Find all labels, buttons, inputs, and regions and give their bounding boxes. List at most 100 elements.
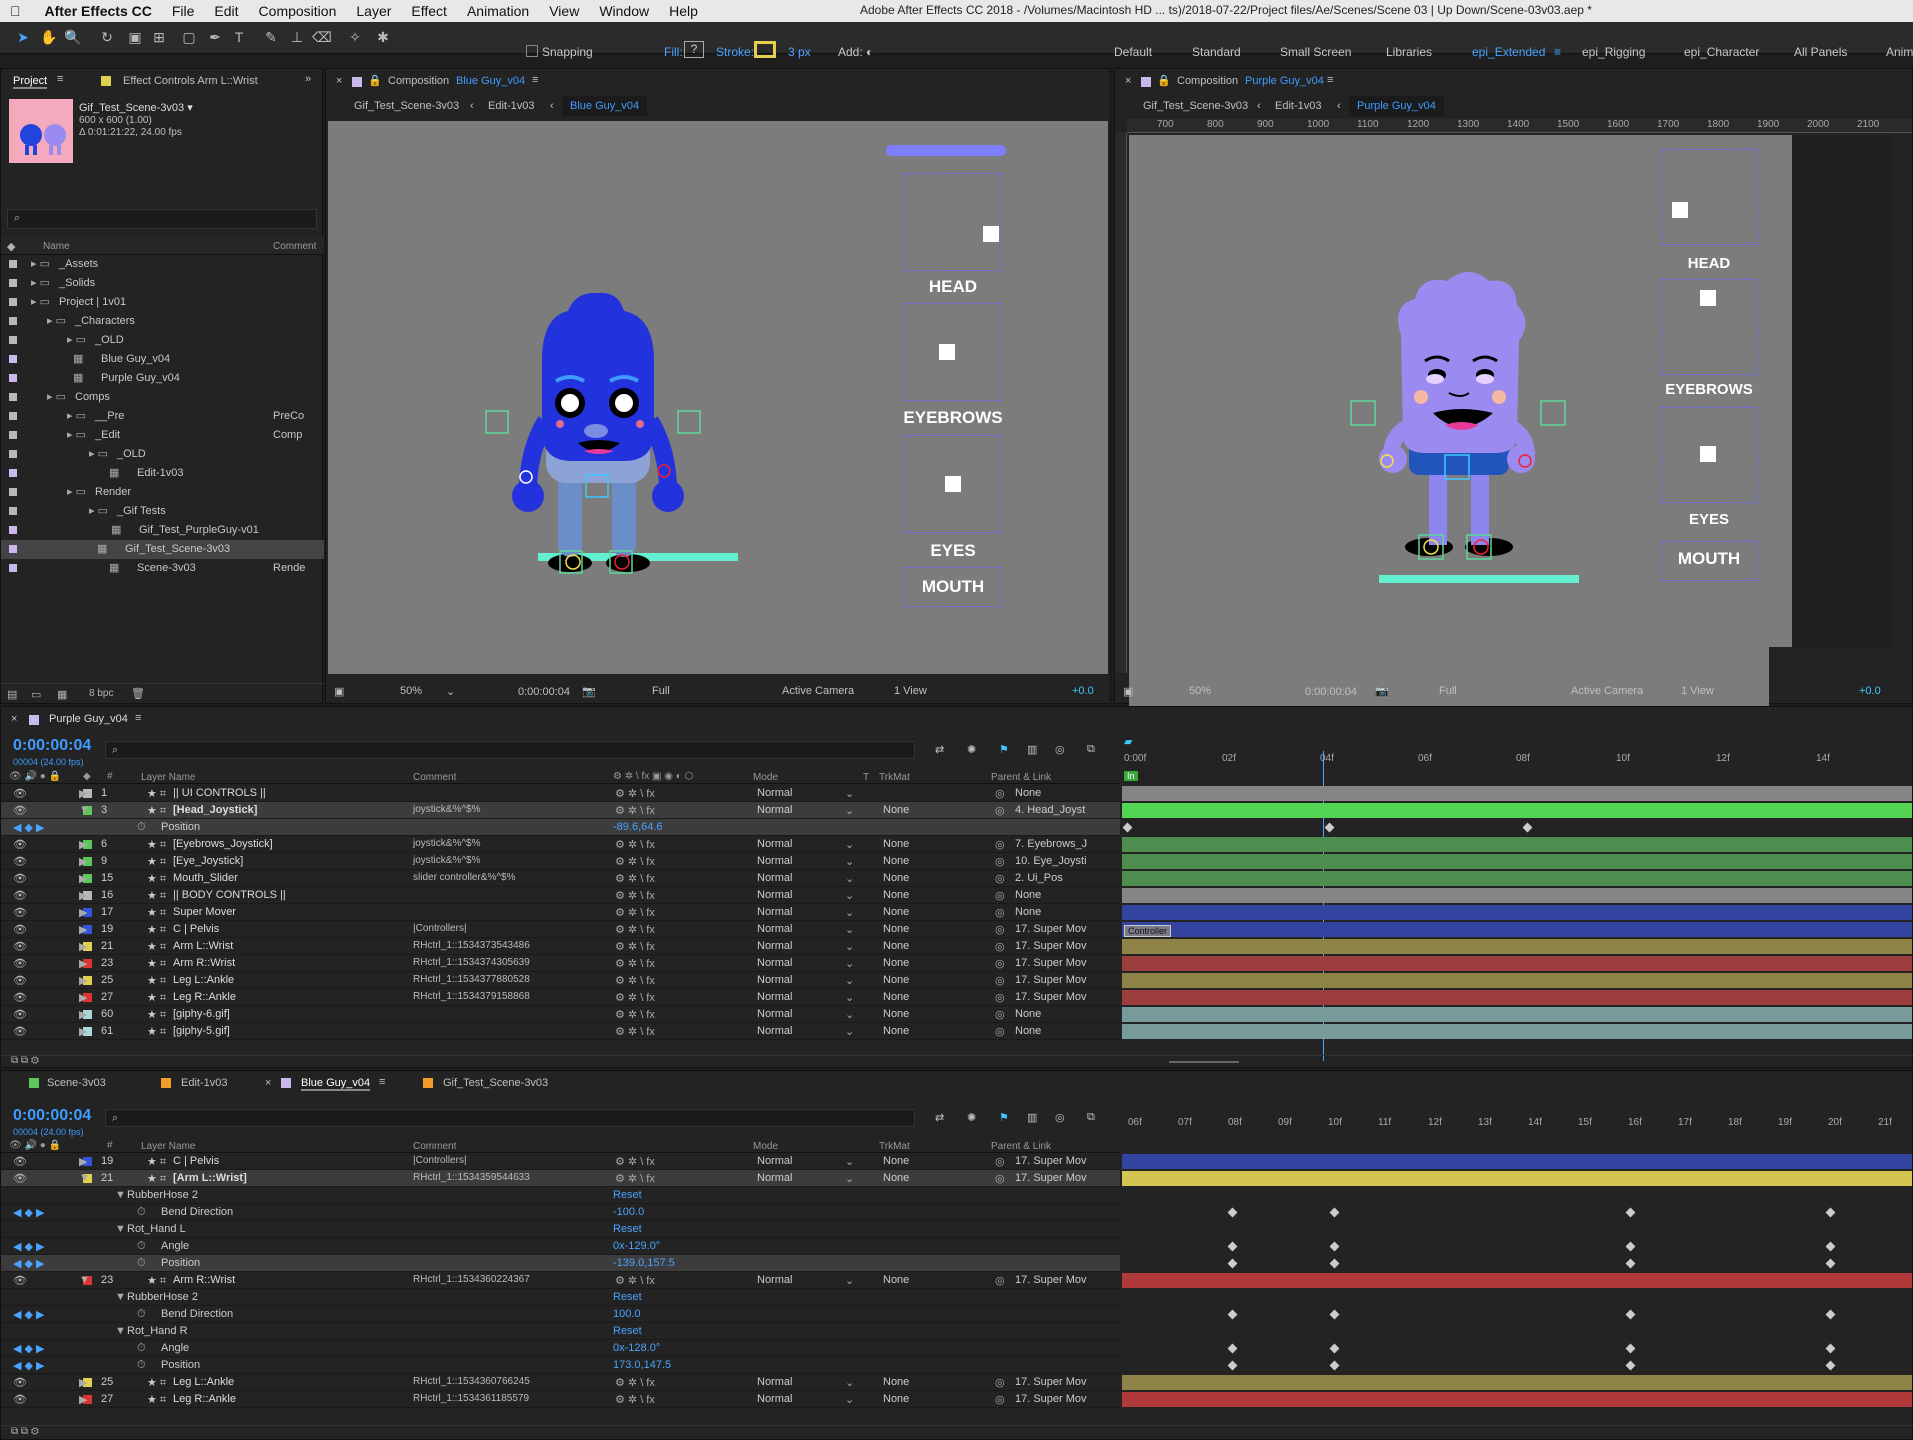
motion-blur-icon[interactable]: ◎ [1055, 743, 1065, 756]
graph-editor-icon[interactable]: ⧉ [1087, 743, 1095, 756]
layer-row[interactable]: 👁 3 ▼ ★ ⌗ [Head_Joystick] joystick&%^$% ⚙ ✲ \ … [1, 802, 1912, 819]
parent-dropdown[interactable]: 17. Super Mov [1015, 923, 1087, 935]
visibility-eye-icon[interactable]: 👁 [13, 1376, 27, 1389]
folder-icon[interactable]: ▸ ▭ [47, 390, 66, 403]
menu-help[interactable]: Help [669, 3, 698, 19]
layer-switches-icon[interactable]: ⚙ ✲ \ fx [615, 804, 655, 817]
tab-effect-controls[interactable]: Effect Controls Arm L::Wrist [123, 75, 258, 87]
folder-icon[interactable]: ▸ ▭ [89, 504, 108, 517]
brush-tool-icon[interactable]: ✎ [262, 28, 280, 46]
comp-menu-icon[interactable]: ≡ [532, 74, 538, 86]
camera-dropdown[interactable]: Active Camera [782, 685, 854, 697]
comp-mini-flowchart-icon[interactable]: ⇄ [935, 743, 944, 756]
label-swatch[interactable] [9, 336, 17, 344]
folder-icon[interactable]: ▸ ▭ [67, 485, 86, 498]
expand-twirl-icon[interactable]: ▶ [79, 1155, 87, 1168]
layer-name[interactable]: Arm R::Wrist [173, 1274, 235, 1286]
trackmatte-dropdown[interactable]: None [883, 923, 909, 935]
layer-switches-icon[interactable]: ⚙ ✲ \ fx [615, 974, 655, 987]
expand-twirl-icon[interactable]: ▶ [79, 991, 87, 1004]
visibility-eye-icon[interactable]: 👁 [13, 889, 27, 902]
project-search-input[interactable]: ⌕ [7, 209, 317, 229]
mode-chevron-icon[interactable]: ⌄ [845, 1393, 854, 1406]
menu-composition[interactable]: Composition [259, 3, 337, 19]
mode-chevron-icon[interactable]: ⌄ [845, 1025, 854, 1038]
comp-viewer-canvas[interactable]: HEAD EYEBROWS EYES MOUTH [328, 121, 1108, 674]
zoom-dropdown[interactable]: 50% [1189, 685, 1211, 697]
property-twirl-icon[interactable]: ⏱ [137, 1206, 146, 1219]
pickwhip-icon[interactable]: ◎ [995, 889, 1005, 902]
parent-dropdown[interactable]: 17. Super Mov [1015, 940, 1087, 952]
hide-shy-layers-icon[interactable]: ⚑ [999, 743, 1009, 756]
blend-mode-dropdown[interactable]: Normal [757, 991, 792, 1003]
property-row[interactable]: ◀ ◆ ▶ ⏱ Angle 0x-129.0° [1, 1238, 1120, 1255]
breadcrumb-3[interactable]: Purple Guy_v04 [1349, 96, 1444, 116]
keyframe[interactable] [1227, 1258, 1238, 1269]
workspace-all-panels[interactable]: All Panels [1794, 45, 1847, 59]
visibility-eye-icon[interactable]: 👁 [13, 838, 27, 851]
frame-blending-icon[interactable]: ▥ [1027, 743, 1037, 756]
trackmatte-dropdown[interactable]: None [883, 1155, 909, 1167]
col-mode[interactable]: Mode [753, 772, 778, 783]
head-joystick-box[interactable] [1661, 149, 1757, 245]
mode-chevron-icon[interactable]: ⌄ [845, 940, 854, 953]
keyframe-nav-icon[interactable]: ◀ ◆ ▶ [13, 1240, 45, 1253]
pen-tool-icon[interactable]: ✒ [206, 28, 224, 46]
parent-dropdown[interactable]: 7. Eyebrows_J [1015, 838, 1087, 850]
property-twirl-icon[interactable]: ⏱ [137, 1240, 146, 1253]
layer-duration-bar[interactable] [1122, 1273, 1912, 1288]
menu-effect[interactable]: Effect [411, 3, 447, 19]
layer-row[interactable]: 👁 19 ▶ ★ ⌗ C | Pelvis |Controllers| ⚙ ✲ \ fx No… [1, 921, 1912, 938]
controller-marker[interactable]: Controller [1124, 925, 1172, 937]
lock-icon[interactable]: 🔒 [368, 74, 382, 87]
visibility-eye-icon[interactable]: 👁 [13, 1008, 27, 1021]
layer-name[interactable]: [Arm L::Wrist] [173, 1172, 247, 1184]
project-item[interactable]: ▦ Purple Guy_v04 [1, 369, 324, 388]
layer-duration-bar[interactable] [1122, 973, 1912, 988]
property-value[interactable]: Reset [613, 1325, 642, 1337]
layer-switches-icon[interactable]: ⚙ ✲ \ fx [615, 1172, 655, 1185]
trackmatte-dropdown[interactable]: None [883, 1393, 909, 1405]
always-preview-icon[interactable]: ▣ [1123, 685, 1133, 698]
project-item[interactable]: ▦ Blue Guy_v04 [1, 350, 324, 369]
keyframe[interactable] [1329, 1241, 1340, 1252]
hide-shy-layers-icon[interactable]: ⚑ [999, 1111, 1009, 1124]
eyes-joystick-handle[interactable] [945, 476, 961, 492]
layer-name[interactable]: C | Pelvis [173, 1155, 219, 1167]
eyebrows-joystick-box[interactable] [1661, 279, 1757, 375]
keyframe-nav-icon[interactable]: ◀ ◆ ▶ [13, 1359, 45, 1372]
composition-icon[interactable]: ▦ [73, 371, 83, 384]
blend-mode-dropdown[interactable]: Normal [757, 804, 792, 816]
layer-row[interactable]: 👁 16 ▶ ★ ⌗ || BODY CONTROLS || ⚙ ✲ \ fx Normal… [1, 887, 1912, 904]
layer-name[interactable]: Leg L::Ankle [173, 974, 234, 986]
blend-mode-dropdown[interactable]: Normal [757, 872, 792, 884]
trackmatte-dropdown[interactable]: None [883, 991, 909, 1003]
keyframe[interactable] [1329, 1207, 1340, 1218]
expand-twirl-icon[interactable]: ▶ [79, 1376, 87, 1389]
selected-item-name[interactable]: Gif_Test_Scene-3v03 ▾ [79, 101, 193, 114]
keyframe[interactable] [1227, 1309, 1238, 1320]
timeline-menu-icon[interactable]: ≡ [379, 1076, 385, 1088]
keyframe[interactable] [1825, 1309, 1836, 1320]
layer-name[interactable]: || BODY CONTROLS || [173, 889, 286, 901]
mode-chevron-icon[interactable]: ⌄ [845, 1155, 854, 1168]
project-item[interactable]: ▸ ▭ Render [1, 483, 324, 502]
layer-switches-icon[interactable]: ⚙ ✲ \ fx [615, 1274, 655, 1287]
keyframe-nav-icon[interactable]: ◀ ◆ ▶ [13, 821, 45, 834]
layer-name[interactable]: Leg R::Ankle [173, 991, 236, 1003]
eyes-joystick-box[interactable] [904, 435, 1002, 533]
keyframe[interactable] [1227, 1207, 1238, 1218]
lock-icon[interactable]: 🔒 [1157, 74, 1171, 87]
workspace-epi-character[interactable]: epi_Character [1684, 45, 1759, 59]
layer-search-input[interactable]: ⌕ [105, 741, 915, 759]
pickwhip-icon[interactable]: ◎ [995, 787, 1005, 800]
puppet-tool-icon[interactable]: ✱ [374, 28, 392, 46]
exposure-value[interactable]: +0.0 [1859, 685, 1881, 697]
layer-row[interactable]: 👁 25 ▶ ★ ⌗ Leg L::Ankle RHctrl_1::15343607662… [1, 1374, 1912, 1391]
layer-duration-bar[interactable] [1122, 1375, 1912, 1390]
trackmatte-dropdown[interactable]: None [883, 1008, 909, 1020]
layer-switches-icon[interactable]: ⚙ ✲ \ fx [615, 872, 655, 885]
folder-icon[interactable]: ▸ ▭ [31, 276, 50, 289]
layer-row[interactable]: 👁 61 ▶ ★ ⌗ [giphy-5.gif] ⚙ ✲ \ fx Normal ⌄ None ◎… [1, 1023, 1912, 1040]
switches-icon[interactable]: ⚙ ✲ \ fx ▣ ◉ ◐ ⬡ [613, 771, 693, 782]
